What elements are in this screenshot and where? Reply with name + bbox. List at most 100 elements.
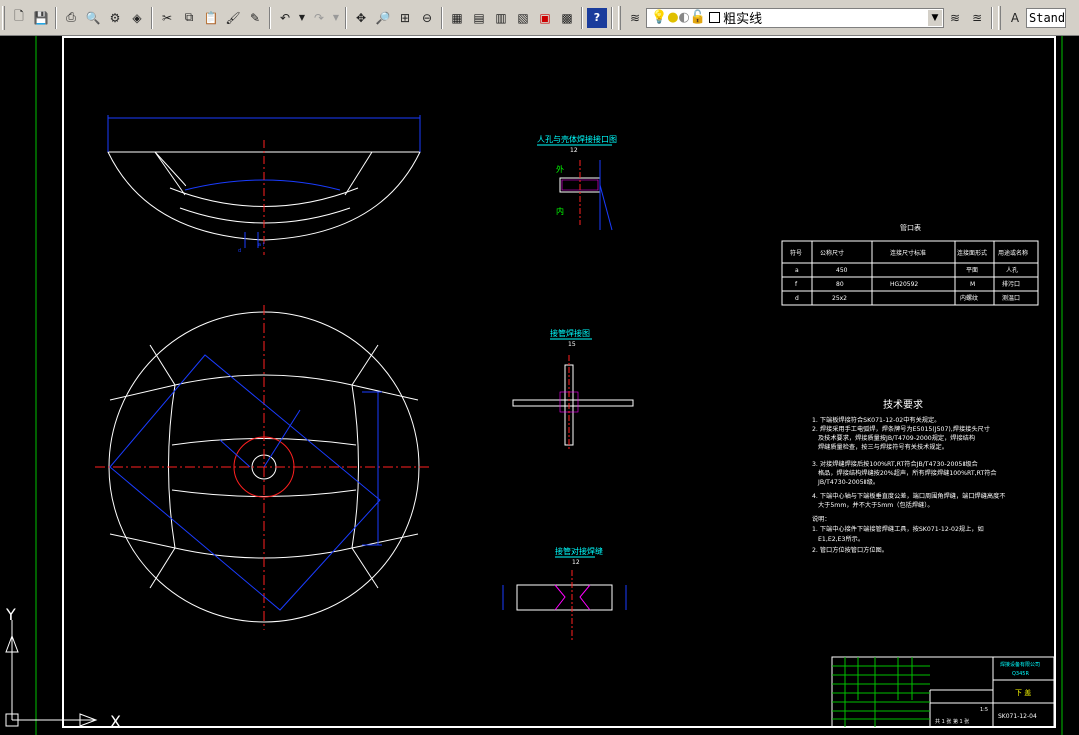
- svg-text:a f: a f: [258, 242, 265, 248]
- 3d-dwf-icon[interactable]: ◈: [127, 8, 147, 28]
- title-block: 焊接设备有限公司 Q345R 下 盖 SK071-12-04 1:5 共 1 张…: [831, 656, 1055, 728]
- chevron-down-icon[interactable]: ▼: [928, 9, 942, 26]
- layer-previous-icon[interactable]: ≊: [967, 8, 987, 28]
- plot-preview-icon[interactable]: 🔍: [83, 8, 103, 28]
- detail-nozzle-weld: 接管焊接图 15: [512, 328, 634, 450]
- toolbar-separator: [441, 6, 443, 29]
- layer-dropdown[interactable]: 💡 ● ◐ 🔓 粗实线 ▼: [646, 7, 944, 28]
- layer-manager-icon[interactable]: ≋: [625, 8, 645, 28]
- detail1-title: 人孔与壳体焊接接口图: [537, 134, 617, 144]
- tech-req-line: E1,E2,E3所示。: [818, 535, 864, 543]
- table-header: 符号: [790, 249, 802, 257]
- tool-palettes-icon[interactable]: ▥: [491, 8, 511, 28]
- detail2-scale: 15: [568, 341, 576, 348]
- freeze-vp-icon: ◐: [678, 10, 690, 25]
- table-cell: 人孔: [1006, 266, 1018, 274]
- table-cell: 450: [836, 267, 848, 274]
- nozzle-table: 管口表 符号 公称尺寸 连接尺寸标准 连接面形式 用途或名称 a 450 平面 …: [781, 223, 1039, 306]
- nozzle-table-title: 管口表: [900, 223, 921, 232]
- new-icon[interactable]: 🗋: [9, 8, 29, 28]
- table-cell: 内螺纹: [960, 294, 978, 302]
- table-cell: a: [795, 267, 799, 274]
- toolbar-separator: [345, 6, 347, 29]
- detail3-scale: 12: [572, 559, 580, 566]
- title-drawing-no: SK071-12-04: [998, 713, 1037, 720]
- toolbar-separator: [581, 6, 583, 29]
- table-cell: 测温口: [1002, 294, 1020, 302]
- toolbar-grip[interactable]: [2, 5, 5, 30]
- tech-req-line: 格品，焊接结构焊缝按20%超声，所有焊接焊缝100%RT,RT符合: [818, 469, 997, 477]
- tech-req-line: 说明：: [812, 515, 831, 523]
- toolbar-separator: [991, 6, 993, 29]
- undo-icon[interactable]: ↶: [275, 8, 295, 28]
- lock-icon: 🔓: [689, 10, 707, 25]
- tech-req-line: 4. 下端中心轴与下端板垂直度公差，端口周围角焊缝，端口焊缝高度不: [812, 492, 1006, 500]
- properties-icon[interactable]: ▦: [447, 8, 467, 28]
- table-cell: 25x2: [832, 295, 847, 302]
- quickcalc-icon[interactable]: ▩: [557, 8, 577, 28]
- help-icon[interactable]: ?: [587, 7, 607, 28]
- zoom-realtime-icon[interactable]: 🔎: [373, 8, 393, 28]
- detail1-outer-label: 外: [556, 164, 564, 174]
- layer-color-swatch: [709, 12, 721, 23]
- model-space-canvas[interactable]: d a f 人孔与壳体焊接接口图 12 外 内 接管焊接图 15 接管对接焊缝 …: [0, 36, 1079, 735]
- detail-butt-weld: 接管对接焊缝 12: [502, 546, 627, 640]
- toolbar-grip[interactable]: [998, 5, 1001, 30]
- table-cell: f: [795, 281, 798, 288]
- redo-dropdown-icon[interactable]: ▼: [331, 8, 341, 28]
- tech-req-line: 2. 焊接采用手工电弧焊，焊条牌号为E5015(J507),焊接接头尺寸: [812, 425, 990, 433]
- make-current-layer-icon[interactable]: ≋: [945, 8, 965, 28]
- table-cell: d: [795, 295, 799, 302]
- copy-icon[interactable]: ⧉: [179, 8, 199, 28]
- tech-req-line: 及技术要求，焊接质量按JB/T4709-2000规定，焊接结构: [818, 434, 975, 442]
- match-properties-icon[interactable]: 🖌: [223, 8, 243, 28]
- redo-icon[interactable]: ↷: [309, 8, 329, 28]
- tech-req-title: 技术要求: [883, 398, 923, 411]
- toolbar-separator: [269, 6, 271, 29]
- detail-weld-manhole: 人孔与壳体焊接接口图 12 外 内: [537, 134, 617, 231]
- detail1-scale: 12: [570, 147, 578, 154]
- table-header: 用途或名称: [998, 249, 1028, 257]
- zoom-window-icon[interactable]: ⊞: [395, 8, 415, 28]
- table-header: 公称尺寸: [820, 249, 844, 257]
- tech-req-line: 大于5mm，并不大于5mm（包括焊缝）。: [818, 501, 934, 509]
- detail2-title: 接管焊接图: [550, 328, 590, 338]
- title-material: Q345R: [1012, 671, 1029, 677]
- pan-icon[interactable]: ✥: [351, 8, 371, 28]
- paste-icon[interactable]: 📋: [201, 8, 221, 28]
- detail1-inner-label: 内: [556, 206, 564, 216]
- table-header: 连接面形式: [957, 249, 987, 257]
- markup-icon[interactable]: ▣: [535, 8, 555, 28]
- toolbar-grip[interactable]: [618, 5, 621, 30]
- table-cell: 排污口: [1002, 280, 1020, 288]
- svg-text:d: d: [238, 248, 241, 254]
- tech-req-line: 1. 下端板焊接符合SK071-12-02中有关规定。: [812, 416, 940, 424]
- text-style-icon[interactable]: A: [1005, 8, 1025, 28]
- detail3-title: 接管对接焊缝: [555, 546, 603, 556]
- ucs-x-label: X: [110, 712, 121, 731]
- design-center-icon[interactable]: ▤: [469, 8, 489, 28]
- lightbulb-icon: 💡: [651, 10, 668, 25]
- plan-view: [95, 305, 432, 630]
- undo-dropdown-icon[interactable]: ▼: [297, 8, 307, 28]
- block-editor-icon[interactable]: ✎: [245, 8, 265, 28]
- tech-req-line: 2. 管口方位按管口方位图。: [812, 546, 888, 554]
- standard-toolbar: 🗋 💾 ⎙ 🔍 ⚙ ◈ ✂ ⧉ 📋 🖌 ✎ ↶ ▼ ↷ ▼ ✥ 🔎 ⊞ ⊖ ▦ …: [0, 0, 1079, 36]
- cut-icon[interactable]: ✂: [157, 8, 177, 28]
- toolbar-separator: [611, 6, 613, 29]
- table-cell: HG20592: [890, 281, 918, 288]
- toolbar-separator: [55, 6, 57, 29]
- tech-req-line: 1. 下端中心接件下端接管焊缝工具，按SK071-12-02规上，如: [812, 525, 984, 533]
- save-icon[interactable]: 💾: [31, 8, 51, 28]
- layer-name: 粗实线: [723, 12, 763, 27]
- sheet-set-icon[interactable]: ▧: [513, 8, 533, 28]
- ucs-y-label: Y: [5, 605, 16, 624]
- tech-requirements: 技术要求 1. 下端板焊接符合SK071-12-02中有关规定。 2. 焊接采用…: [812, 398, 1006, 554]
- table-cell: M: [970, 281, 975, 288]
- print-icon[interactable]: ⎙: [61, 8, 81, 28]
- title-sheet: 共 1 张 第 1 张: [935, 718, 969, 725]
- toolbar-separator: [151, 6, 153, 29]
- text-style-dropdown[interactable]: Standa: [1026, 7, 1066, 28]
- zoom-previous-icon[interactable]: ⊖: [417, 8, 437, 28]
- publish-icon[interactable]: ⚙: [105, 8, 125, 28]
